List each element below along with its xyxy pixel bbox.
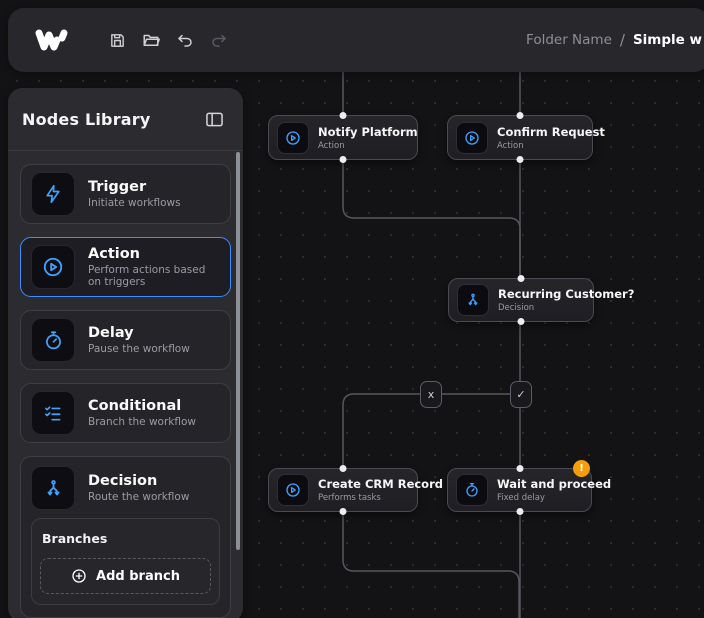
redo-button[interactable]: [204, 25, 234, 55]
app-logo: [35, 29, 68, 51]
item-description: Perform actions based on triggers: [88, 264, 206, 288]
input-port[interactable]: [339, 112, 347, 119]
item-description: Pause the workflow: [88, 343, 190, 355]
nodes-library-panel: Nodes Library Trigger Initiate workflows…: [8, 88, 243, 618]
node-title: Wait and proceed: [497, 477, 612, 491]
node-recurring-customer[interactable]: Recurring Customer? Decision: [448, 275, 635, 325]
add-branch-button[interactable]: Add branch: [40, 558, 211, 594]
checklist-icon: [31, 391, 75, 435]
node-wait-and-proceed[interactable]: ! Wait and proceed Fixed delay: [447, 460, 612, 515]
branches-label: Branches: [42, 531, 108, 546]
output-port[interactable]: [517, 318, 525, 325]
nodes-list: Trigger Initiate workflows Action Perfor…: [8, 151, 243, 618]
play-circle-icon: [456, 121, 488, 154]
node-title: Recurring Customer?: [498, 287, 635, 301]
stopwatch-icon: [31, 318, 75, 362]
library-item-action[interactable]: Action Perform actions based on triggers: [20, 237, 231, 297]
open-folder-icon: [143, 34, 160, 46]
stopwatch-icon: [456, 474, 488, 506]
workflow-editor: { "toolbar": { "logo": "W", "buttons": {…: [0, 0, 704, 618]
item-description: Initiate workflows: [88, 197, 181, 209]
node-notify-platform[interactable]: Notify Platform Action: [268, 112, 418, 163]
node-confirm-request[interactable]: Confirm Request Action: [447, 112, 605, 163]
fork-icon: [457, 284, 489, 316]
branch-marker-false[interactable]: x: [420, 381, 442, 408]
library-item-trigger[interactable]: Trigger Initiate workflows: [20, 164, 231, 224]
node-subtitle: Decision: [498, 303, 535, 313]
plus-circle-icon: [72, 569, 86, 583]
sidebar-scrollbar[interactable]: [236, 152, 240, 550]
add-branch-label: Add branch: [96, 568, 180, 584]
node-title: Notify Platform: [318, 124, 418, 139]
input-port[interactable]: [516, 465, 523, 472]
item-label: Decision: [88, 473, 158, 489]
input-port[interactable]: [517, 275, 525, 282]
output-port[interactable]: [516, 156, 524, 163]
item-label: Conditional: [88, 398, 182, 414]
save-button[interactable]: [102, 25, 132, 55]
item-label: Delay: [88, 325, 134, 341]
output-port[interactable]: [339, 156, 347, 163]
item-label: Trigger: [88, 179, 147, 195]
redo-icon: [212, 34, 226, 47]
breadcrumb-current: Simple w: [632, 32, 702, 48]
branches-panel: Branches Add branch: [31, 518, 220, 605]
undo-icon: [178, 34, 192, 47]
input-port[interactable]: [339, 465, 347, 472]
library-item-decision[interactable]: Decision Route the workflow Branches Add…: [20, 456, 231, 618]
collapse-panel-button[interactable]: [201, 106, 227, 132]
item-description: Branch the workflow: [88, 416, 196, 428]
nodes-library-header: Nodes Library: [8, 88, 243, 151]
undo-button[interactable]: [170, 25, 200, 55]
play-circle-icon: [277, 474, 309, 506]
save-icon: [110, 33, 124, 47]
panel-collapse-icon: [205, 112, 223, 126]
node-subtitle: Fixed delay: [497, 493, 545, 503]
panel-title: Nodes Library: [22, 109, 151, 129]
decision-row: Decision Route the workflow: [31, 466, 220, 510]
node-subtitle: Performs tasks: [318, 493, 381, 503]
output-port[interactable]: [339, 508, 347, 515]
play-circle-icon: [277, 121, 309, 154]
node-subtitle: Action: [318, 140, 345, 151]
play-circle-icon: [31, 245, 75, 289]
breadcrumb: Folder Name / Simple w: [526, 31, 702, 49]
node-subtitle: Action: [497, 140, 524, 151]
node-title: Create CRM Record: [318, 477, 443, 491]
library-item-delay[interactable]: Delay Pause the workflow: [20, 310, 231, 370]
node-create-crm-record[interactable]: Create CRM Record Performs tasks: [268, 465, 443, 515]
item-label: Action: [88, 246, 141, 262]
item-description: Route the workflow: [88, 491, 190, 503]
library-item-conditional[interactable]: Conditional Branch the workflow: [20, 383, 231, 443]
breadcrumb-folder[interactable]: Folder Name: [526, 32, 612, 48]
breadcrumb-separator: /: [619, 31, 625, 49]
output-port[interactable]: [516, 508, 523, 515]
lightning-icon: [31, 172, 75, 216]
toolbar: Folder Name / Simple w: [8, 8, 704, 72]
alert-badge[interactable]: !: [573, 460, 590, 477]
fork-icon: [31, 466, 75, 510]
open-folder-button[interactable]: [136, 25, 166, 55]
node-title: Confirm Request: [497, 124, 605, 139]
branch-marker-true[interactable]: ✓: [510, 381, 532, 408]
input-port[interactable]: [516, 112, 524, 119]
